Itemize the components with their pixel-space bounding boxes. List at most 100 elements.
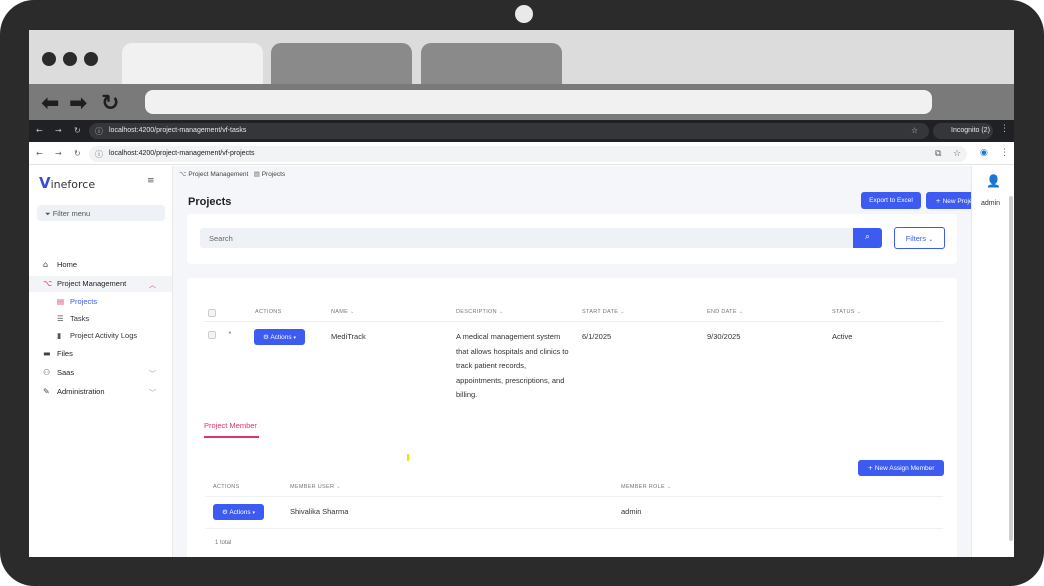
users-icon: ⚇ xyxy=(43,368,51,377)
window-dot-icon xyxy=(63,52,77,66)
info-icon: ⓘ xyxy=(95,127,103,136)
chevron-down-icon: ⌄ xyxy=(928,236,934,243)
cast-icon[interactable]: ⧉ xyxy=(935,149,941,159)
filter-icon: ⏷ xyxy=(45,210,51,218)
member-user: Shivalika Sharma xyxy=(290,507,349,516)
column-header-end-date[interactable]: END DATE ⌄ xyxy=(707,309,744,315)
back-arrow-icon[interactable]: ⬅ xyxy=(41,91,59,116)
member-column-role[interactable]: MEMBER ROLE ⌄ xyxy=(621,484,672,490)
member-column-actions: ACTIONS xyxy=(213,484,240,490)
project-start-date: 6/1/2025 xyxy=(582,332,612,341)
chevron-down-icon[interactable]: ﹀ xyxy=(149,388,156,398)
export-to-excel-button[interactable]: Export to Excel xyxy=(861,192,921,209)
window-dot-icon xyxy=(84,52,98,66)
sidebar: Vineforce ≡ ⏷ Filter menu ⌂ Home ⌥ Project… xyxy=(29,166,173,557)
sidebar-item-project-management[interactable]: ⌥ Project Management xyxy=(43,279,126,288)
incognito-badge[interactable]: Incognito (2) xyxy=(933,123,993,139)
address-text: localhost:4200/project-management/vf-tas… xyxy=(109,127,247,134)
main-content: ⌥ Project Management ▤ Projects Projects… xyxy=(173,166,987,557)
chevron-up-icon[interactable]: ︿ xyxy=(149,280,156,290)
sidebar-item-projects[interactable]: ▤ Projects xyxy=(57,297,97,306)
app: Vineforce ≡ ⏷ Filter menu ⌂ Home ⌥ Project… xyxy=(29,166,1014,557)
caret-down-icon: ▾ xyxy=(252,510,255,516)
mock-url-bar[interactable] xyxy=(145,90,932,114)
sidebar-item-home[interactable]: ⌂ Home xyxy=(43,260,77,269)
scrollbar[interactable] xyxy=(1009,196,1013,541)
address-bar[interactable]: ⓘ localhost:4200/project-management/vf-t… xyxy=(89,123,929,139)
column-header-name[interactable]: NAME ⌄ xyxy=(331,309,355,315)
forward-icon[interactable]: → xyxy=(55,126,62,135)
user-name[interactable]: admin xyxy=(981,200,1000,207)
filters-button[interactable]: Filters ⌄ xyxy=(894,227,945,249)
search-input[interactable] xyxy=(200,228,853,248)
back-icon[interactable]: ← xyxy=(36,149,43,158)
collapse-menu-icon[interactable]: ≡ xyxy=(147,176,155,186)
column-header-description[interactable]: DESCRIPTION ⌄ xyxy=(456,309,504,315)
caret-down-icon: ▾ xyxy=(293,335,296,341)
info-icon: ⓘ xyxy=(95,150,103,159)
member-column-user[interactable]: MEMBER USER ⌄ xyxy=(290,484,341,490)
row-checkbox[interactable] xyxy=(208,331,216,339)
menu-dots-icon[interactable]: ⋮ xyxy=(1000,124,1009,134)
vineforce-logo[interactable]: Vineforce xyxy=(39,174,95,192)
reload-icon[interactable]: ↻ xyxy=(74,149,81,158)
reload-icon[interactable]: ↻ xyxy=(74,126,81,135)
row-actions-button[interactable]: ⚙ Actions ▾ xyxy=(254,329,305,345)
sidebar-item-administration[interactable]: ✎ Administration xyxy=(43,387,105,396)
gear-icon: ⚙ xyxy=(263,333,269,341)
search-button[interactable]: ⌕ xyxy=(853,228,882,248)
reload-icon[interactable]: ↻ xyxy=(101,91,119,116)
chevron-down-icon[interactable]: ﹀ xyxy=(149,369,156,379)
browser-bar-dark: ← → ↻ ⓘ localhost:4200/project-managemen… xyxy=(29,120,1014,142)
star-icon[interactable]: ☆ xyxy=(911,126,918,135)
tab-project-member[interactable]: Project Member xyxy=(204,421,257,430)
user-panel: 👤 admin xyxy=(971,166,1014,557)
sidebar-item-tasks[interactable]: ☰ Tasks xyxy=(57,314,89,323)
mock-tab[interactable] xyxy=(421,43,562,84)
new-assign-member-button[interactable]: + New Assign Member xyxy=(858,460,944,476)
sitemap-icon: ⌥ xyxy=(43,279,53,288)
list-icon: ☰ xyxy=(57,314,64,323)
select-all-checkbox[interactable] xyxy=(208,309,216,317)
breadcrumb: ⌥ Project Management ▤ Projects xyxy=(179,170,285,178)
browser-bar-light: ← → ↻ ⓘ localhost:4200/project-managemen… xyxy=(29,143,1014,165)
breadcrumb-item[interactable]: Project Management xyxy=(188,171,248,178)
incognito-label: Incognito (2) xyxy=(951,127,990,134)
row-divider xyxy=(205,496,943,497)
column-header-start-date[interactable]: START DATE ⌄ xyxy=(582,309,625,315)
back-icon[interactable]: ← xyxy=(36,126,43,135)
sidebar-item-project-activity-logs[interactable]: ▮ Project Activity Logs xyxy=(57,331,137,340)
table-icon: ▤ xyxy=(253,170,260,178)
mock-tab[interactable] xyxy=(271,43,412,84)
member-actions-button[interactable]: ⚙ Actions ▾ xyxy=(213,504,264,520)
file-icon: ▮ xyxy=(57,331,62,340)
address-bar[interactable]: ⓘ localhost:4200/project-management/vf-p… xyxy=(89,146,967,162)
project-description: A medical management system that allows … xyxy=(456,332,569,399)
mock-browser-tabbar xyxy=(29,30,1014,84)
mock-browser-navbar: ⬅ ➡ ↻ xyxy=(29,84,1014,120)
breadcrumb-item[interactable]: Projects xyxy=(262,171,285,178)
user-avatar-icon[interactable]: 👤 xyxy=(986,174,1001,188)
sidebar-item-saas[interactable]: ⚇ Saas xyxy=(43,368,74,377)
project-status: Active xyxy=(832,332,853,341)
tab-underline xyxy=(204,436,259,438)
search-card: ⌕ Filters ⌄ xyxy=(187,214,957,264)
project-name[interactable]: MediTrack xyxy=(331,332,366,341)
filter-menu-input[interactable]: ⏷ Filter menu xyxy=(37,205,165,221)
sidebar-item-files[interactable]: ▬ Files xyxy=(43,349,73,358)
mock-tab-active[interactable] xyxy=(122,43,263,84)
profile-icon[interactable]: ◉ xyxy=(980,148,988,158)
sitemap-icon: ⌥ xyxy=(179,170,187,178)
forward-arrow-icon[interactable]: ➡ xyxy=(69,91,87,116)
star-icon[interactable]: ☆ xyxy=(953,149,961,159)
column-header-status[interactable]: STATUS ⌄ xyxy=(832,309,861,315)
gear-icon: ⚙ xyxy=(222,508,228,516)
row-divider xyxy=(203,321,943,322)
home-icon: ⌂ xyxy=(43,260,49,269)
menu-dots-icon[interactable]: ⋮ xyxy=(1000,148,1009,158)
laptop-frame: ⬅ ➡ ↻ ← → ↻ ⓘ localhost:4200/project-man… xyxy=(0,0,1044,586)
projects-table-card: ACTIONS NAME ⌄ DESCRIPTION ⌄ START DATE … xyxy=(187,278,957,557)
collapse-row-icon[interactable]: ˄ xyxy=(228,331,232,340)
forward-icon[interactable]: → xyxy=(55,149,62,158)
total-count: 1 total xyxy=(215,540,232,546)
